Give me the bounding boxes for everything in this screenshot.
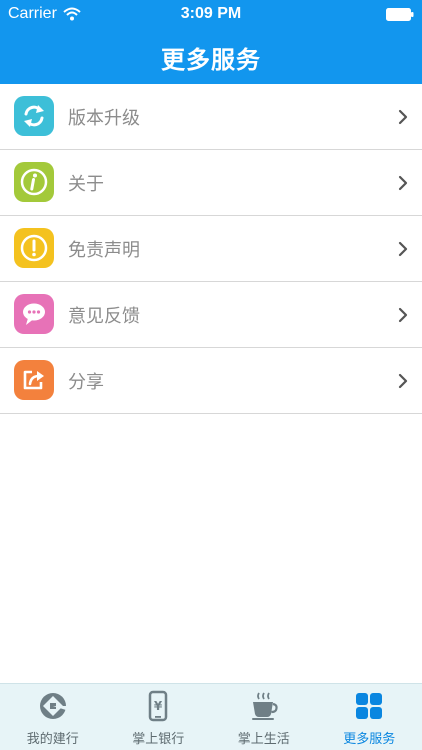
menu-item-label: 意见反馈: [68, 306, 140, 327]
battery-icon: [386, 8, 414, 21]
tab-label: 更多服务: [343, 732, 396, 747]
exclamation-icon: [14, 228, 54, 268]
app-screen: Carrier 3:09 PM 更多服务 版本升级 关于 免责声明 意见反馈 分…: [0, 0, 422, 750]
header: Carrier 3:09 PM 更多服务: [0, 0, 422, 84]
tab-more-services[interactable]: 更多服务: [317, 684, 422, 750]
menu-item-version-upgrade[interactable]: 版本升级: [0, 84, 422, 150]
menu-item-label: 版本升级: [68, 108, 140, 129]
menu-item-share[interactable]: 分享: [0, 348, 422, 414]
status-bar: Carrier 3:09 PM: [0, 0, 422, 30]
menu-item-label: 免责声明: [68, 240, 140, 261]
menu-item-disclaimer[interactable]: 免责声明: [0, 216, 422, 282]
status-time: 3:09 PM: [180, 5, 242, 22]
chevron-right-icon: [398, 109, 408, 125]
tab-my-ccb[interactable]: 我的建行: [0, 684, 106, 750]
info-icon: [14, 162, 54, 202]
refresh-icon: [14, 96, 54, 136]
chevron-right-icon: [398, 175, 408, 191]
menu-item-label: 关于: [68, 174, 104, 195]
menu-item-label: 分享: [68, 372, 104, 393]
page-title: 更多服务: [161, 46, 261, 74]
settings-list: 版本升级 关于 免责声明 意见反馈 分享: [0, 84, 422, 414]
tab-label: 我的建行: [26, 732, 79, 747]
svg-text:¥: ¥: [154, 699, 163, 713]
share-icon: [14, 360, 54, 400]
tab-bar: 我的建行 ¥ 掌上银行 掌上生活 更多服务: [0, 683, 422, 750]
coffee-cup-icon: [251, 692, 278, 720]
chevron-right-icon: [398, 307, 408, 323]
ccb-logo-icon: [39, 693, 66, 719]
mobile-yen-icon: ¥: [149, 690, 168, 722]
chevron-right-icon: [398, 373, 408, 389]
tab-mobile-banking[interactable]: ¥ 掌上银行: [106, 684, 212, 750]
menu-item-about[interactable]: 关于: [0, 150, 422, 216]
menu-item-feedback[interactable]: 意见反馈: [0, 282, 422, 348]
grid-icon: [356, 693, 383, 719]
tab-label: 掌上银行: [132, 732, 185, 747]
chevron-right-icon: [398, 241, 408, 257]
tab-mobile-life[interactable]: 掌上生活: [211, 684, 317, 750]
chat-bubble-icon: [14, 294, 54, 334]
tab-label: 掌上生活: [237, 732, 290, 747]
